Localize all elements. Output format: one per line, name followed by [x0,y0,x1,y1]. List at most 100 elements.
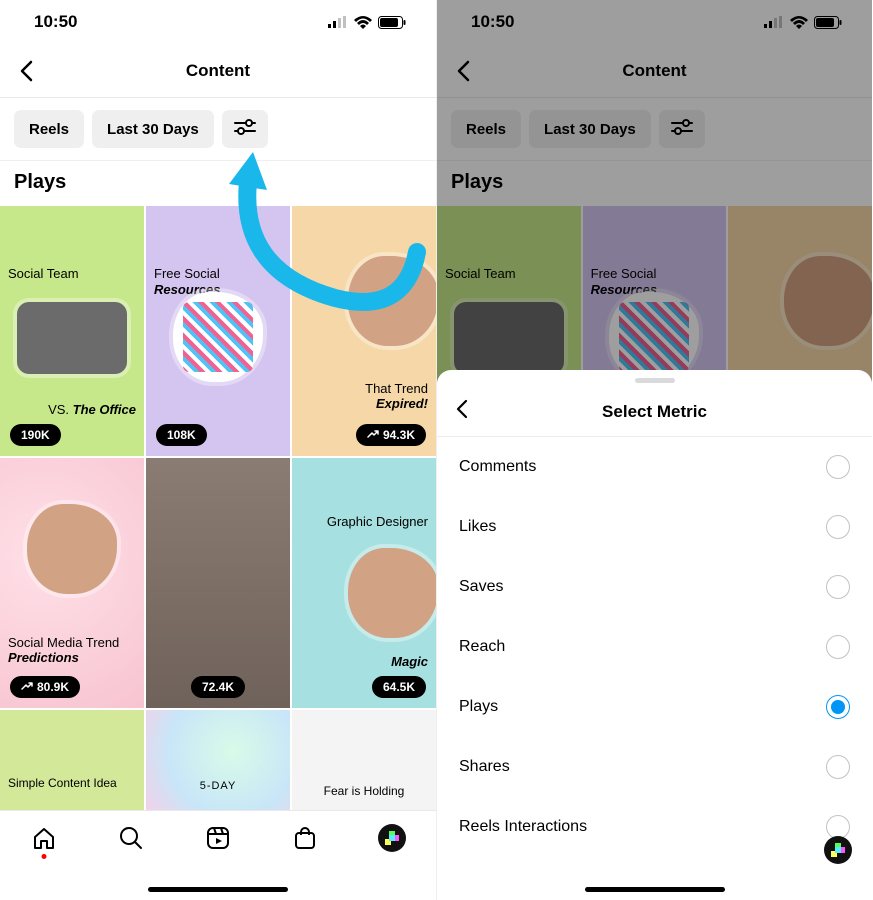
tab-home[interactable] [29,823,59,853]
chip-time-range: Last 30 Days [529,110,651,148]
chip-sort-filter[interactable] [222,110,268,148]
metric-option[interactable]: Comments [437,437,872,497]
radio-icon [826,695,850,719]
status-time: 10:50 [471,12,514,32]
section-title: Plays [0,161,436,206]
tab-reels[interactable] [203,823,233,853]
tile-caption-top: 5-DAY [154,780,282,793]
content-grid: Social Team VS. The Office 190K Free Soc… [0,206,436,814]
phone-right-select-metric: 10:50 Content Reels Last 30 Days Plays S… [436,0,872,900]
content-tile[interactable]: 5-DAY [146,710,290,814]
chip-content-type: Reels [451,110,521,148]
tab-shop[interactable] [290,823,320,853]
section-title: Plays [437,161,872,206]
status-bar: 10:50 [437,0,872,44]
metric-label: Reels Interactions [459,818,587,836]
content-tile[interactable]: Social Media Trend Predictions 80.9K [0,458,144,708]
metric-option[interactable]: Saves [437,557,872,617]
chip-time-range[interactable]: Last 30 Days [92,110,214,148]
tile-caption-bottom: That Trend Expired! [300,381,428,412]
trend-up-icon [367,428,379,442]
status-icons [328,16,406,29]
metric-option[interactable]: Shares [437,737,872,797]
radio-icon [826,755,850,779]
metric-label: Plays [459,698,498,716]
phone-left-content-screen: 10:50 Content Reels Last 30 Days Plays [0,0,436,900]
status-icons [764,16,842,29]
profile-avatar-icon [824,836,852,864]
header: Content [437,44,872,98]
plays-badge: 108K [156,424,207,446]
battery-icon [814,16,842,29]
content-tile[interactable]: Free SocialResources 108K [146,206,290,456]
plays-badge: 190K [10,424,61,446]
tile-thumb [27,504,117,594]
status-time: 10:50 [34,12,77,32]
filter-chips: Reels Last 30 Days [0,98,436,161]
metric-option[interactable]: Likes [437,497,872,557]
notification-dot-icon [41,854,46,859]
tile-thumb [173,292,263,382]
metric-label: Shares [459,758,510,776]
sheet-title: Select Metric [437,402,872,422]
metric-list: Comments Likes Saves Reach Plays Shares Reels … [437,437,872,857]
floating-profile-avatar[interactable] [824,836,852,864]
chip-sort-filter [659,110,705,148]
radio-icon [826,575,850,599]
content-tile[interactable]: Simple Content Idea [0,710,144,814]
radio-icon [826,455,850,479]
sliders-icon [234,118,256,140]
tile-caption-top: Fear is Holding [300,784,428,798]
trend-up-icon [21,680,33,694]
filter-chips: Reels Last 30 Days [437,98,872,161]
tile-caption-bottom: VS. The Office [8,402,136,418]
tab-profile[interactable] [377,823,407,853]
sheet-header: Select Metric [437,387,872,437]
home-indicator[interactable] [585,887,725,892]
content-tile[interactable]: That Trend Expired! 94.3K [292,206,436,456]
wifi-icon [354,16,372,29]
plays-badge: 64.5K [372,676,426,698]
back-button[interactable] [12,57,40,85]
metric-label: Likes [459,518,496,536]
home-indicator[interactable] [148,887,288,892]
metric-option[interactable]: Reels Interactions [437,797,872,857]
radio-icon [826,515,850,539]
wifi-icon [790,16,808,29]
tile-thumb [348,548,436,638]
plays-badge: 80.9K [10,676,80,698]
content-tile[interactable]: Social Team VS. The Office 190K [0,206,144,456]
tile-caption-top: Simple Content Idea [8,776,136,790]
metric-label: Reach [459,638,505,656]
tile-thumb [17,302,127,374]
content-tile[interactable]: Graphic Designer Magic 64.5K [292,458,436,708]
select-metric-sheet: Select Metric Comments Likes Saves Reach Pla… [437,370,872,900]
content-tile[interactable]: Fear is Holding [292,710,436,814]
tile-caption-top: Social Team [8,266,136,282]
chip-content-type[interactable]: Reels [14,110,84,148]
tile-caption-bottom: Magic [300,654,428,670]
tile-thumb [348,256,436,346]
status-bar: 10:50 [0,0,436,44]
metric-option[interactable]: Reach [437,617,872,677]
cellular-signal-icon [328,16,348,28]
tile-caption-bottom: Social Media Trend Predictions [8,635,136,666]
back-button [449,57,477,85]
tile-caption-top: Graphic Designer [300,514,428,530]
page-title: Content [437,61,872,81]
plays-badge: 72.4K [191,676,245,698]
metric-label: Comments [459,458,536,476]
tab-search[interactable] [116,823,146,853]
metric-option[interactable]: Plays [437,677,872,737]
profile-avatar-icon [378,824,406,852]
plays-badge: 94.3K [356,424,426,446]
battery-icon [378,16,406,29]
chip-label: Reels [29,121,69,138]
cellular-signal-icon [764,16,784,28]
sliders-icon [671,118,693,140]
content-tile[interactable]: 72.4K [146,458,290,708]
sheet-back-button[interactable] [455,399,468,424]
radio-icon [826,635,850,659]
chip-label: Last 30 Days [107,121,199,138]
sheet-grabber[interactable] [635,378,675,383]
